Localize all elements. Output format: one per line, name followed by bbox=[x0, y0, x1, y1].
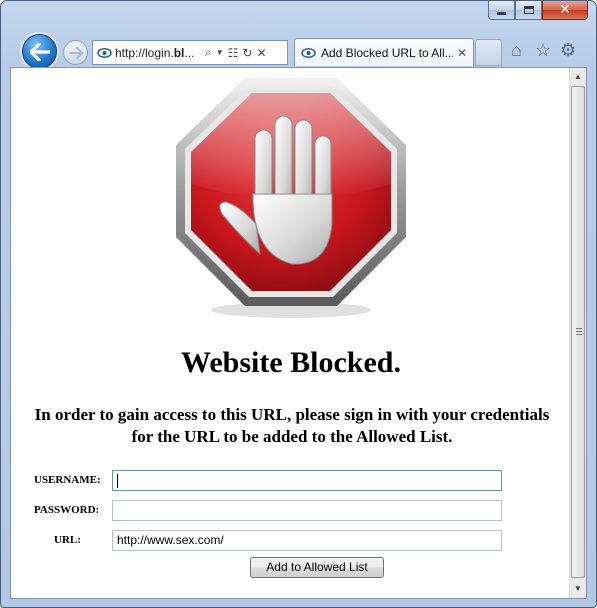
tab-close-icon[interactable]: ✕ bbox=[457, 46, 467, 60]
scroll-up-arrow-icon[interactable]: ▲ bbox=[570, 68, 586, 85]
search-icon[interactable]: ⌕ bbox=[205, 45, 212, 60]
address-url[interactable]: http://login.bl... bbox=[115, 46, 201, 60]
tab-title: Add Blocked URL to All... bbox=[321, 45, 453, 60]
page-content: Website Blocked. In order to gain access… bbox=[11, 68, 563, 598]
password-field[interactable] bbox=[112, 500, 502, 521]
close-window-button[interactable]: ✕ bbox=[542, 1, 588, 20]
maximize-icon bbox=[523, 6, 534, 14]
text-caret bbox=[117, 474, 118, 488]
forward-button[interactable] bbox=[63, 40, 88, 65]
page-viewport: Website Blocked. In order to gain access… bbox=[10, 67, 587, 599]
scrollbar-thumb[interactable] bbox=[571, 86, 585, 578]
forward-arrow-icon bbox=[68, 46, 83, 59]
url-field[interactable]: http://www.sex.com/ bbox=[112, 530, 502, 551]
back-button[interactable] bbox=[22, 34, 57, 69]
password-label: PASSWORD: bbox=[34, 504, 100, 516]
new-tab-button[interactable] bbox=[475, 39, 502, 66]
scrollbar-grip-icon bbox=[576, 328, 582, 335]
back-arrow-icon bbox=[29, 42, 50, 61]
address-url-domain: bl bbox=[173, 45, 185, 60]
minimize-button[interactable] bbox=[488, 1, 515, 20]
stop-icon[interactable]: ✕ bbox=[256, 46, 266, 60]
add-to-allowed-list-button[interactable]: Add to Allowed List bbox=[250, 557, 384, 578]
address-url-ellipsis: ... bbox=[184, 45, 195, 60]
gear-icon[interactable]: ⚙ bbox=[560, 41, 576, 59]
ie-page-icon bbox=[97, 47, 112, 58]
vertical-scrollbar[interactable]: ▲ ▼ bbox=[569, 68, 586, 598]
instruction-message: In order to gain access to this URL, ple… bbox=[34, 405, 550, 446]
page-title: Website Blocked. bbox=[180, 346, 401, 379]
username-label: USERNAME: bbox=[34, 474, 101, 486]
home-icon[interactable]: ⌂ bbox=[511, 41, 522, 59]
favorites-star-icon[interactable]: ☆ bbox=[535, 41, 551, 59]
browser-window: ✕ http://login.bl... ⌕ ▼ ☷ ↻ ✕ Add Block… bbox=[0, 0, 597, 608]
tab-active[interactable]: Add Blocked URL to All... ✕ bbox=[294, 38, 474, 66]
stop-hand-icon bbox=[176, 78, 406, 318]
address-url-prefix: http://login. bbox=[115, 45, 174, 60]
chevron-down-icon[interactable]: ▼ bbox=[216, 48, 224, 57]
window-controls: ✕ bbox=[488, 1, 588, 20]
tab-page-icon bbox=[301, 47, 316, 58]
username-field[interactable] bbox=[112, 470, 502, 491]
address-bar[interactable]: http://login.bl... ⌕ ▼ ☷ ↻ ✕ bbox=[92, 40, 288, 65]
compatibility-view-icon[interactable]: ☷ bbox=[228, 46, 239, 60]
maximize-button[interactable] bbox=[515, 1, 542, 20]
url-label: URL: bbox=[54, 534, 81, 546]
refresh-icon[interactable]: ↻ bbox=[242, 46, 252, 60]
close-icon: ✕ bbox=[559, 2, 571, 18]
minimize-icon bbox=[497, 11, 506, 15]
scroll-down-arrow-icon[interactable]: ▼ bbox=[570, 580, 586, 597]
